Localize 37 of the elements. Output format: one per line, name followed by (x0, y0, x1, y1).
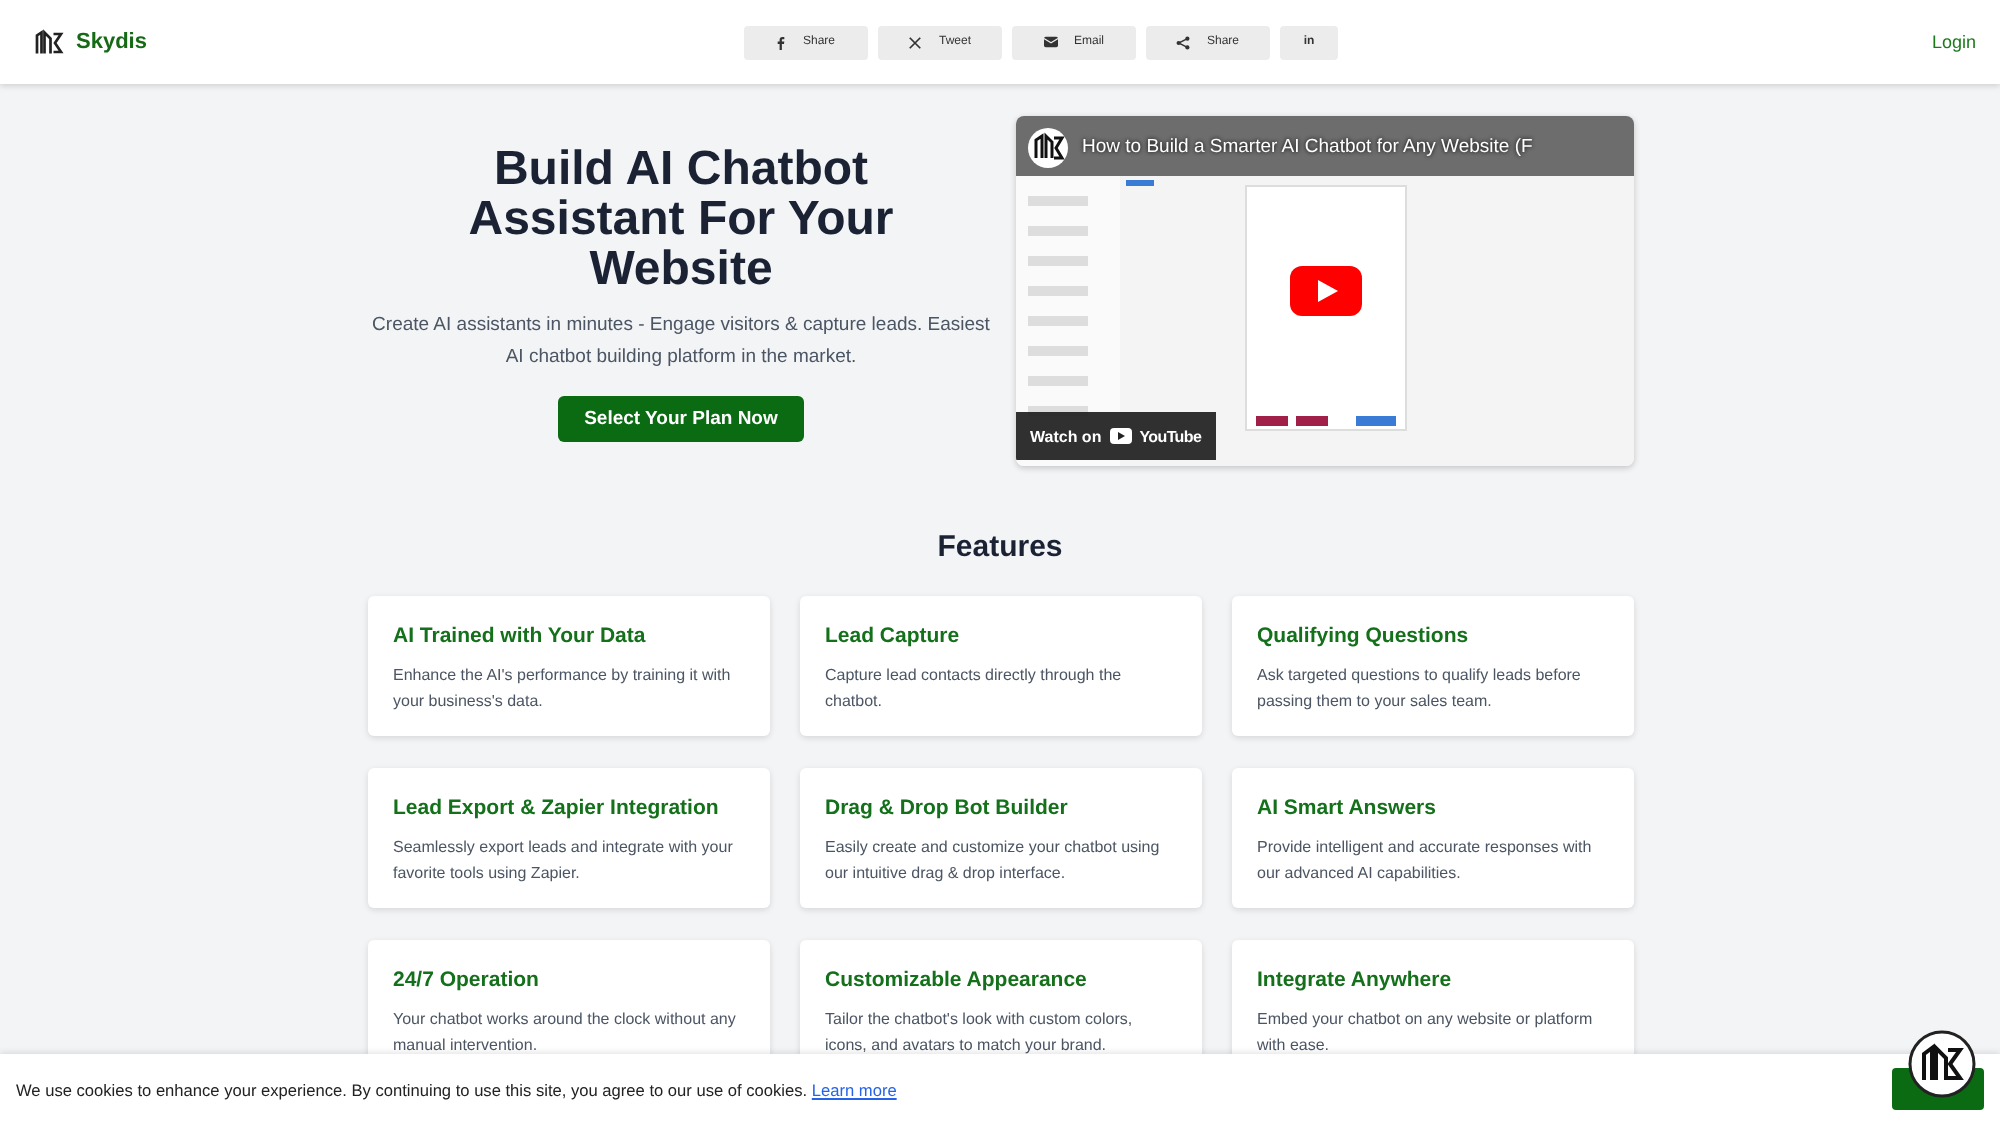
feature-title: 24/7 Operation (393, 968, 541, 992)
share-icon (1176, 35, 1191, 49)
brand-name: Skydis (76, 30, 147, 54)
feature-title: Customizable Appearance (825, 968, 1089, 992)
feature-description: Embed your chatbot on any website or platform with ease. (1257, 1008, 1595, 1058)
learn-more-link[interactable]: Learn more (811, 1080, 897, 1100)
feature-description: Enhance the AI's performance by training it with your business's data. (393, 664, 733, 714)
feature-description: Tailor the chatbot's look with custom colors, icons, and avatars to match your brand. (825, 1008, 1135, 1058)
feature-title: AI Trained with Your Data (393, 624, 648, 648)
feature-description: Capture lead contacts directly through the chatbot. (825, 664, 1124, 714)
feature-title: Lead Export & Zapier Integration (393, 796, 721, 820)
feature-title: AI Smart Answers (1257, 796, 1438, 820)
play-icon[interactable] (1290, 266, 1362, 316)
chat-launcher-icon[interactable] (1908, 1030, 1976, 1098)
channel-avatar (1028, 128, 1068, 168)
play-icon (1109, 428, 1132, 444)
video-player[interactable]: How to Build a Smarter AI Chatbot for Any Website (F Watch on YouTube (1016, 116, 1634, 466)
features-heading: Features (937, 530, 1063, 564)
select-plan-button[interactable]: Select Your Plan Now (558, 396, 804, 442)
feature-description: Ask targeted questions to qualify leads before passing them to your sales team. (1257, 664, 1583, 714)
cookie-notice: We use cookies to enhance your experience. By continuing to use this site, you agree to our use of cookies. Learn more (16, 1080, 897, 1100)
watch-on-youtube-button[interactable]: Watch on YouTube (1016, 412, 1216, 460)
facebook-icon (776, 35, 787, 49)
hero-subtitle: Create AI assistants in minutes - Engage visitors & capture leads. Easiest AI chatbot building platform in the market. (370, 312, 992, 372)
x-icon (908, 35, 923, 49)
hero-title: Build AI Chatbot Assistant For Your Website (466, 144, 896, 294)
feature-description: Provide intelligent and accurate responses with our advanced AI capabilities. (1257, 836, 1594, 886)
feature-title: Lead Capture (825, 624, 962, 648)
login-link[interactable]: Login (1931, 32, 1976, 52)
feature-title: Qualifying Questions (1257, 624, 1471, 648)
feature-description: Easily create and customize your chatbot using our intuitive drag & drop interface. (825, 836, 1162, 886)
logo-icon (34, 27, 64, 57)
feature-description: Seamlessly export leads and integrate with your favorite tools using Zapier. (393, 836, 735, 886)
feature-title: Integrate Anywhere (1257, 968, 1454, 992)
feature-description: Your chatbot works around the clock without any manual intervention. (393, 1008, 738, 1058)
feature-title: Drag & Drop Bot Builder (825, 796, 1070, 820)
envelope-icon (1043, 36, 1058, 48)
